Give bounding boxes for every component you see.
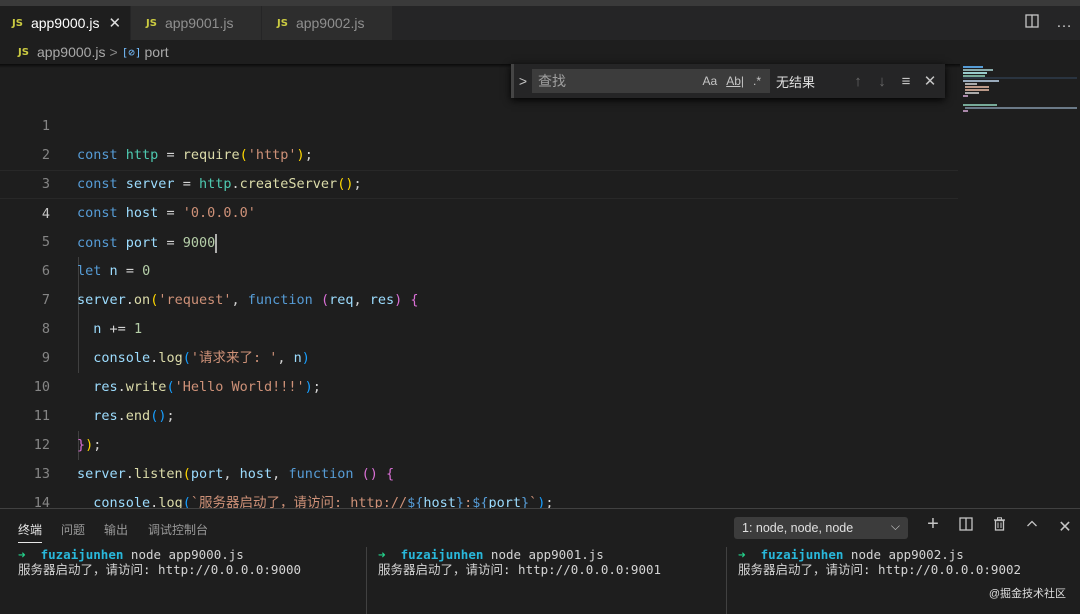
code-line: 3 const host = '0.0.0.0' [0,141,958,221]
code-line: 10 res.end(); [0,344,958,424]
next-match-icon[interactable]: ↓ [870,73,894,90]
close-panel-icon[interactable]: ✕ [1054,517,1076,537]
minimap-line [965,92,979,94]
close-icon[interactable]: ✕ [108,14,121,32]
js-file-icon: JS [18,46,29,58]
breadcrumb: JS app9000.js > [⊘] port [0,40,1080,64]
code-line: 11 }); [0,373,958,453]
split-terminal-icon[interactable] [955,517,977,536]
minimap-line [965,107,1077,109]
split-editor-icon[interactable] [1016,13,1048,33]
prompt-user: fuzaijunhen [760,547,844,562]
terminal-command: node app9002.js [843,547,964,562]
minimap-line [963,104,997,106]
terminal-pane-2[interactable]: ➜ fuzaijunhen node app9001.js 服务器启动了，请访问… [378,547,661,614]
breadcrumb-file[interactable]: app9000.js [37,44,106,60]
match-case-icon[interactable]: Aa [703,74,718,88]
code-editor[interactable]: 1 const http = require('http'); 2 const … [0,68,960,540]
js-file-icon: JS [277,17,288,29]
minimap-line [963,66,983,68]
tab-label: app9002.js [295,15,365,31]
maximize-panel-icon[interactable] [1021,517,1043,535]
minimap-line [965,86,989,88]
code-line: 7 n += 1 [0,257,958,337]
find-placeholder: 查找 [538,73,566,89]
breadcrumb-separator: > [109,44,118,60]
minimap-line [963,110,968,112]
minimap-line [963,95,968,97]
prompt-arrow: ➜ [18,547,26,562]
breadcrumb-symbol[interactable]: port [145,44,169,60]
code-line: 14 }) [0,460,958,540]
editor-tab-bar: JS app9000.js ✕ JS app9001.js JS app9002… [0,6,1080,40]
find-result-count: 无结果 [776,74,816,90]
panel-tab-terminal[interactable]: 终端 [18,521,43,543]
terminal-divider[interactable] [726,547,727,614]
bottom-panel: 终端 问题 输出 调试控制台 1: node, node, node ⌵ + ✕… [0,508,1080,614]
terminal-divider[interactable] [366,547,367,614]
trash-icon[interactable] [988,517,1010,536]
code-line: 5 let n = 0 [0,199,958,279]
code-line: 13 console.log(`服务器启动了，请访问: http://${hos… [0,431,958,511]
whole-word-icon[interactable]: Ab| [726,74,744,88]
tab-app9001[interactable]: JS app9001.js [131,6,262,40]
panel-tab-output[interactable]: 输出 [104,521,128,538]
previous-match-icon[interactable]: ↑ [846,73,870,90]
panel-tab-debug-console[interactable]: 调试控制台 [148,521,208,538]
panel-tab-problems[interactable]: 问题 [61,521,85,538]
new-terminal-icon[interactable]: + [922,513,944,536]
find-in-selection-icon[interactable]: ≡ [894,73,918,90]
editor-actions: … [1016,6,1080,40]
prompt-arrow: ➜ [738,547,746,562]
find-input[interactable]: 查找 Aa Ab| .* [532,69,770,93]
prompt-arrow: ➜ [378,547,386,562]
minimap-line [963,80,999,82]
minimap-line [965,83,977,85]
minimap-current-line [963,77,1077,79]
js-file-icon: JS [12,17,23,29]
code-line: 8 console.log('请求来了: ', n) [0,286,958,366]
terminal-pane-1[interactable]: ➜ fuzaijunhen node app9000.js 服务器启动了，请访问… [18,547,301,614]
terminal-output: 服务器启动了，请访问: http://0.0.0.0:9001 [378,562,662,577]
regex-icon[interactable]: .* [753,74,761,88]
code-line: 9 res.write('Hello World!!!'); [0,315,958,395]
js-file-icon: JS [146,17,157,29]
minimap-line [963,69,993,71]
chevron-down-icon: ⌵ [890,519,900,533]
code-line: 6 server.on('request', function (req, re… [0,228,958,308]
prompt-user: fuzaijunhen [400,547,484,562]
terminal-select[interactable]: 1: node, node, node ⌵ [734,517,908,539]
code-line-current: 4 const port = 9000 [0,170,958,253]
terminal-select-value: 1: node, node, node [742,521,854,535]
minimap-line [965,89,989,91]
minimap-line [963,72,987,74]
terminal-command: node app9001.js [483,547,604,562]
tab-app9002[interactable]: JS app9002.js [262,6,393,40]
code-line: 2 const server = http.createServer(); [0,112,958,192]
variable-symbol-icon: [⊘] [121,45,142,59]
terminal-output: 服务器启动了，请访问: http://0.0.0.0:9002 [738,562,1022,577]
prompt-user: fuzaijunhen [40,547,124,562]
watermark: @掘金技术社区 [988,588,1066,600]
find-widget: > 查找 Aa Ab| .* 无结果 ↑ ↓ ≡ ✕ [511,64,945,98]
tab-app9000[interactable]: JS app9000.js ✕ [0,6,131,40]
tab-label: app9000.js [30,15,100,31]
toggle-replace-icon[interactable]: > [514,73,532,89]
close-find-icon[interactable]: ✕ [918,72,942,90]
terminal-output: 服务器启动了，请访问: http://0.0.0.0:9000 [18,562,302,577]
tab-label: app9001.js [164,15,234,31]
minimap[interactable] [960,64,1080,508]
more-actions-icon[interactable]: … [1048,14,1080,32]
code-line: 12 server.listen(port, host, function ()… [0,402,958,482]
terminal-command: node app9000.js [123,547,244,562]
terminal-pane-3[interactable]: ➜ fuzaijunhen node app9002.js 服务器启动了，请访问… [738,547,1021,614]
